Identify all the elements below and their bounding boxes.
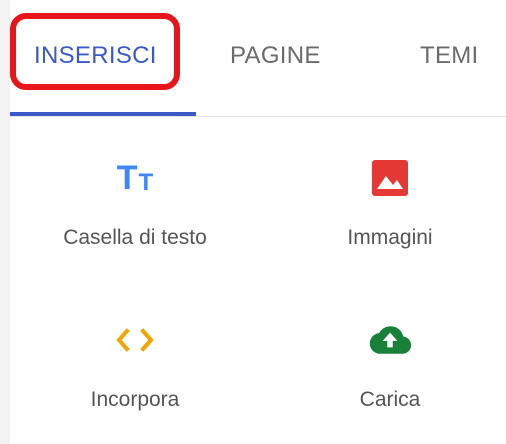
- embed-code-icon: [113, 318, 157, 362]
- cloud-upload-icon: [368, 318, 412, 362]
- tab-temi[interactable]: TEMI: [420, 42, 479, 70]
- text-box-button[interactable]: TT Casella di testo: [25, 156, 245, 266]
- tab-bar: INSERISCI PAGINE TEMI: [10, 0, 506, 117]
- image-icon: [368, 156, 412, 200]
- images-label: Immagini: [347, 226, 433, 249]
- upload-button[interactable]: Carica: [280, 318, 500, 428]
- embed-button[interactable]: Incorpora: [25, 318, 245, 428]
- embed-label: Incorpora: [90, 388, 180, 411]
- text-icon: TT: [116, 159, 154, 197]
- tab-pagine[interactable]: PAGINE: [230, 42, 321, 70]
- tab-divider: [10, 116, 506, 117]
- tab-inserisci[interactable]: INSERISCI: [34, 42, 157, 70]
- images-button[interactable]: Immagini: [280, 156, 500, 266]
- text-box-label: Casella di testo: [63, 226, 207, 249]
- insert-panel: INSERISCI PAGINE TEMI TT Casella di test…: [10, 0, 506, 444]
- upload-label: Carica: [359, 388, 421, 411]
